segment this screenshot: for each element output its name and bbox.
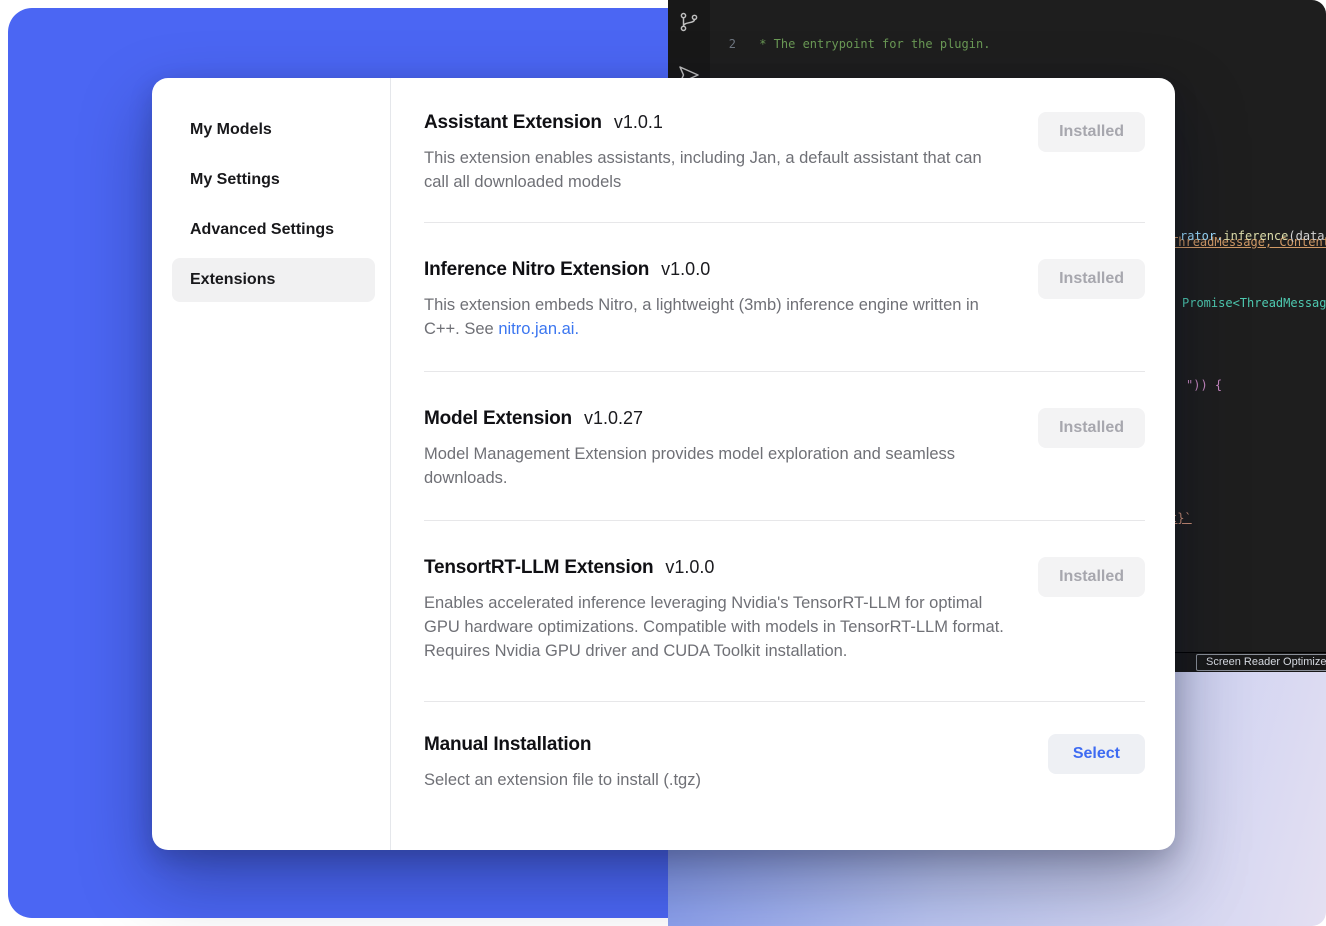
extension-version: v1.0.1 — [614, 112, 663, 133]
code-fragment: Promise<ThreadMessage> — [1182, 296, 1326, 310]
extension-description: Model Management Extension provides mode… — [424, 442, 1006, 490]
installed-button[interactable]: Installed — [1038, 259, 1145, 299]
extension-info: TensortRT-LLM Extension v1.0.0 Enables a… — [424, 557, 1038, 663]
sidebar-item-advanced-settings[interactable]: Advanced Settings — [172, 208, 375, 252]
extension-title: Model Extension — [424, 408, 572, 430]
extension-info: Assistant Extension v1.0.1 This extensio… — [424, 112, 1038, 194]
sidebar-item-my-models[interactable]: My Models — [172, 108, 375, 152]
settings-sidebar: My Models My Settings Advanced Settings … — [152, 78, 391, 850]
sidebar-item-my-settings[interactable]: My Settings — [172, 158, 375, 202]
line-number: 2 — [710, 36, 736, 53]
extension-info: Manual Installation Select an extension … — [424, 734, 1048, 792]
settings-modal: My Models My Settings Advanced Settings … — [152, 78, 1175, 850]
installed-button[interactable]: Installed — [1038, 557, 1145, 597]
extension-version: v1.0.0 — [665, 557, 714, 578]
sidebar-item-extensions[interactable]: Extensions — [172, 258, 375, 302]
screen-reader-badge: Screen Reader Optimize — [1196, 654, 1326, 671]
extension-description: Enables accelerated inference leveraging… — [424, 591, 1006, 663]
extension-title: TensortRT-LLM Extension — [424, 557, 653, 579]
extension-version: v1.0.27 — [584, 408, 643, 429]
extension-description: This extension enables assistants, inclu… — [424, 146, 1006, 194]
manual-installation-row: Manual Installation Select an extension … — [424, 702, 1145, 832]
extension-row-tensorrt: TensortRT-LLM Extension v1.0.0 Enables a… — [424, 521, 1145, 702]
extension-version: v1.0.0 — [661, 259, 710, 280]
installed-button[interactable]: Installed — [1038, 408, 1145, 448]
manual-installation-description: Select an extension file to install (.tg… — [424, 768, 1006, 792]
code-fragment: ")) { — [1186, 378, 1222, 392]
extension-info: Model Extension v1.0.27 Model Management… — [424, 408, 1038, 490]
extension-row-assistant: Assistant Extension v1.0.1 This extensio… — [424, 108, 1145, 223]
extensions-panel: Assistant Extension v1.0.1 This extensio… — [391, 78, 1175, 850]
extension-info: Inference Nitro Extension v1.0.0 This ex… — [424, 259, 1038, 341]
extension-row-nitro: Inference Nitro Extension v1.0.0 This ex… — [424, 223, 1145, 372]
code-fragment: rator.inference(data)); — [1180, 229, 1326, 243]
extension-description: This extension embeds Nitro, a lightweig… — [424, 293, 1006, 341]
extension-title: Inference Nitro Extension — [424, 259, 649, 281]
extension-title: Assistant Extension — [424, 112, 602, 134]
nitro-link[interactable]: nitro.jan.ai. — [498, 320, 579, 338]
installed-button[interactable]: Installed — [1038, 112, 1145, 152]
code-line: 2 * The entrypoint for the plugin. — [710, 36, 1326, 53]
git-branch-icon — [678, 10, 700, 39]
manual-installation-title: Manual Installation — [424, 734, 591, 756]
extension-row-model: Model Extension v1.0.27 Model Management… — [424, 372, 1145, 521]
code-text: * The entrypoint for the plugin. — [752, 36, 990, 53]
select-file-button[interactable]: Select — [1048, 734, 1145, 774]
